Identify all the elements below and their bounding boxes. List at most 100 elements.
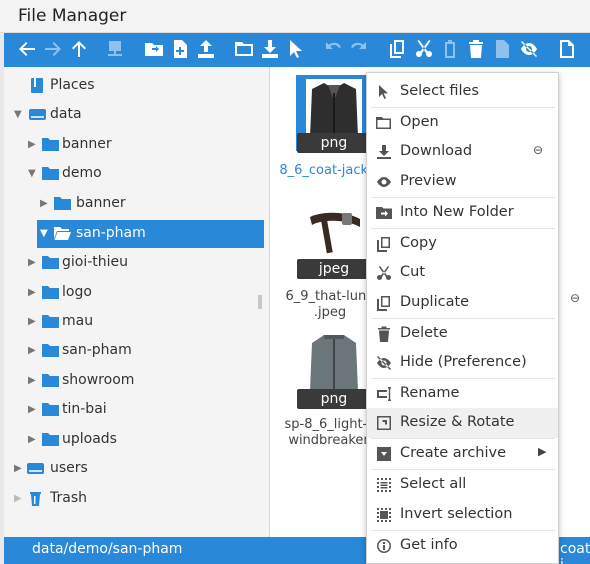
tree-item-label: Trash bbox=[50, 490, 87, 506]
menu-item-resize-rotate[interactable]: Resize & Rotate bbox=[367, 408, 558, 438]
tree-item-label: banner bbox=[76, 195, 126, 211]
menu-item-label: Preview bbox=[400, 173, 457, 189]
mkdir-icon[interactable] bbox=[233, 39, 255, 61]
tree-scrollbar[interactable] bbox=[258, 295, 262, 309]
collapsed-arrow-icon[interactable]: ▶ bbox=[28, 374, 38, 388]
netmount-icon[interactable] bbox=[104, 39, 126, 61]
current-path[interactable]: data/demo/san-pham bbox=[32, 541, 182, 557]
tree-item-places[interactable]: Places bbox=[4, 72, 270, 100]
tree-item-label: logo bbox=[62, 284, 92, 300]
info-icon bbox=[376, 538, 392, 554]
menu-item-hide[interactable]: Hide (Preference) bbox=[367, 348, 558, 378]
menu-item-open[interactable]: Open bbox=[367, 108, 558, 138]
into-folder-icon bbox=[376, 205, 392, 221]
expand-arrow-icon[interactable]: ▼ bbox=[40, 227, 50, 241]
delete-icon[interactable] bbox=[465, 39, 487, 61]
tree-item-users[interactable]: ▶ users bbox=[4, 455, 270, 483]
link-icon: ⊖ bbox=[533, 143, 544, 157]
menu-item-select-files[interactable]: Select files bbox=[367, 77, 558, 107]
menu-item-duplicate[interactable]: Duplicate bbox=[367, 288, 558, 318]
tree-item-san-pham[interactable]: ▶ san-pham bbox=[4, 337, 270, 365]
open-icon[interactable] bbox=[143, 39, 165, 61]
tree-item-logo[interactable]: ▶ logo bbox=[4, 279, 270, 307]
tree-item-label: gioi-thieu bbox=[62, 254, 129, 270]
menu-item-label: Copy bbox=[400, 235, 437, 251]
archive-icon bbox=[376, 446, 392, 462]
redo-icon[interactable] bbox=[348, 39, 370, 61]
collapsed-arrow-icon[interactable]: ▶ bbox=[28, 315, 38, 329]
menu-item-select-all[interactable]: Select all bbox=[367, 470, 558, 500]
menu-item-get-info[interactable]: Get info bbox=[367, 531, 558, 561]
mkfile-icon[interactable] bbox=[169, 39, 191, 61]
menu-item-into-new-folder[interactable]: Into New Folder bbox=[367, 198, 558, 228]
select-icon[interactable] bbox=[285, 39, 307, 61]
tree-item-data[interactable]: ▼ data bbox=[4, 101, 270, 129]
undo-icon[interactable] bbox=[322, 39, 344, 61]
menu-item-label: Hide (Preference) bbox=[400, 354, 527, 370]
collapsed-arrow-icon[interactable]: ▶ bbox=[14, 492, 24, 506]
upload-icon[interactable] bbox=[195, 39, 217, 61]
tree-item-label: Places bbox=[50, 77, 95, 93]
menu-item-download[interactable]: Download ⊖ bbox=[367, 137, 558, 167]
tree-item-trash[interactable]: ▶ Trash bbox=[4, 485, 270, 513]
expand-arrow-icon[interactable]: ▼ bbox=[28, 167, 38, 181]
folder-icon bbox=[42, 432, 59, 447]
download-icon[interactable] bbox=[259, 39, 281, 61]
collapsed-arrow-icon[interactable]: ▶ bbox=[28, 138, 38, 152]
collapsed-arrow-icon[interactable]: ▶ bbox=[28, 344, 38, 358]
menu-item-label: Select files bbox=[400, 83, 479, 99]
tree-item-banner[interactable]: ▶ banner bbox=[4, 131, 270, 159]
collapsed-arrow-icon[interactable]: ▶ bbox=[28, 433, 38, 447]
menu-item-invert-selection[interactable]: Invert selection bbox=[367, 500, 558, 530]
view-icon[interactable] bbox=[556, 39, 578, 61]
cursor-icon bbox=[376, 84, 392, 100]
menu-item-label: Duplicate bbox=[400, 294, 470, 310]
hide-icon[interactable] bbox=[518, 39, 540, 61]
folder-icon bbox=[42, 373, 59, 388]
hide-icon bbox=[376, 355, 392, 371]
menu-item-copy[interactable]: Copy bbox=[367, 229, 558, 259]
tree-item-tin-bai[interactable]: ▶ tin-bai bbox=[4, 396, 270, 424]
tree-item-gioi-thieu[interactable]: ▶ gioi-thieu bbox=[4, 249, 270, 277]
context-menu: Select files Open Download ⊖ Preview Int… bbox=[366, 72, 559, 564]
title-bar: File Manager bbox=[0, 0, 590, 33]
folder-icon bbox=[42, 285, 59, 300]
forward-icon[interactable] bbox=[42, 39, 64, 61]
collapsed-arrow-icon[interactable]: ▶ bbox=[28, 286, 38, 300]
menu-item-preview[interactable]: Preview bbox=[367, 167, 558, 197]
tree-item-mau[interactable]: ▶ mau bbox=[4, 308, 270, 336]
tree-item-demo-banner[interactable]: ▶ banner bbox=[4, 190, 270, 218]
menu-item-label: Invert selection bbox=[400, 506, 513, 522]
menu-item-cut[interactable]: Cut bbox=[367, 258, 558, 288]
menu-item-label: Into New Folder bbox=[400, 204, 514, 220]
back-icon[interactable] bbox=[16, 39, 38, 61]
collapsed-arrow-icon[interactable]: ▶ bbox=[28, 256, 38, 270]
tree-item-showroom[interactable]: ▶ showroom bbox=[4, 367, 270, 395]
collapsed-arrow-icon[interactable]: ▶ bbox=[40, 197, 50, 211]
menu-item-delete[interactable]: Delete bbox=[367, 319, 558, 349]
menu-item-rename[interactable]: Rename bbox=[367, 379, 558, 409]
tree-item-demo[interactable]: ▼ demo bbox=[4, 160, 270, 188]
empty-icon[interactable] bbox=[491, 39, 513, 61]
menu-item-create-archive[interactable]: Create archive ▶ bbox=[367, 439, 558, 469]
copy-icon bbox=[376, 236, 392, 252]
tree-item-san-pham-selected[interactable]: ▼ san-pham bbox=[37, 220, 264, 248]
drive-icon bbox=[29, 107, 46, 122]
folder-icon bbox=[42, 343, 59, 358]
collapsed-arrow-icon[interactable]: ▶ bbox=[28, 403, 38, 417]
cut-icon[interactable] bbox=[413, 39, 435, 61]
expand-arrow-icon[interactable]: ▼ bbox=[14, 108, 24, 122]
tree-item-label: users bbox=[50, 460, 88, 476]
tree-item-uploads[interactable]: ▶ uploads bbox=[4, 426, 270, 454]
file-type-badge: png bbox=[297, 133, 371, 153]
link-icon: ⊖ bbox=[570, 291, 581, 305]
resize-icon bbox=[376, 415, 392, 431]
file-type-badge: jpeg bbox=[297, 259, 371, 279]
copy-icon[interactable] bbox=[387, 39, 409, 61]
paste-icon[interactable] bbox=[439, 39, 461, 61]
folder-icon bbox=[42, 137, 59, 152]
folder-icon bbox=[42, 255, 59, 270]
up-icon[interactable] bbox=[68, 39, 90, 61]
navigation-pane: Places ▼ data ▶ banner ▼ demo ▶ banner ▼… bbox=[4, 67, 270, 537]
collapsed-arrow-icon[interactable]: ▶ bbox=[14, 462, 24, 476]
